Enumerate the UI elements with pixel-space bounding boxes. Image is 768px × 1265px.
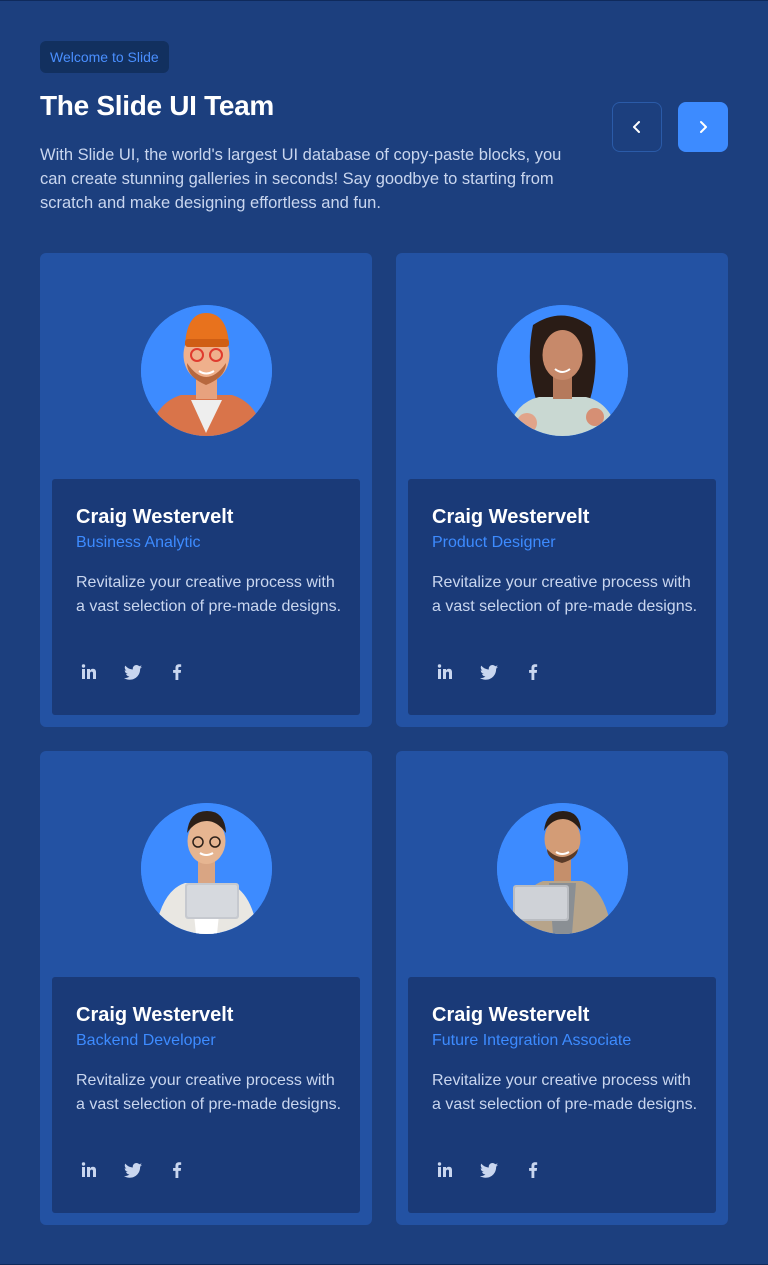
linkedin-icon[interactable] [80,663,98,681]
avatar [141,803,272,934]
social-links [436,663,542,681]
chevron-left-icon [633,121,640,133]
page-title: The Slide UI Team [40,90,274,121]
avatar [497,305,628,436]
member-role: Business Analytic [76,534,201,551]
team-card: Craig Westervelt Backend Developer Revit… [40,751,372,1225]
card-info: Craig Westervelt Business Analytic Revit… [52,479,360,715]
team-card: Craig Westervelt Product Designer Revita… [396,253,728,727]
facebook-icon[interactable] [524,1161,542,1179]
next-button[interactable] [678,102,728,152]
page-description: With Slide UI, the world's largest UI da… [40,146,562,212]
facebook-icon[interactable] [168,1161,186,1179]
chevron-right-icon [700,121,707,133]
card-info: Craig Westervelt Future Integration Asso… [408,977,716,1213]
member-name: Craig Westervelt [432,506,590,528]
facebook-icon[interactable] [524,663,542,681]
member-bio: Revitalize your creative process with a … [76,1072,342,1113]
member-bio: Revitalize your creative process with a … [432,574,698,615]
linkedin-icon[interactable] [80,1161,98,1179]
previous-button[interactable] [612,102,662,152]
member-bio: Revitalize your creative process with a … [76,574,342,615]
welcome-badge: Welcome to Slide [40,41,169,73]
member-bio: Revitalize your creative process with a … [432,1072,698,1113]
member-role: Backend Developer [76,1032,216,1049]
twitter-icon[interactable] [124,663,142,681]
twitter-icon[interactable] [124,1161,142,1179]
twitter-icon[interactable] [480,1161,498,1179]
linkedin-icon[interactable] [436,1161,454,1179]
avatar [141,305,272,436]
facebook-icon[interactable] [168,663,186,681]
avatar [497,803,628,934]
member-role: Future Integration Associate [432,1032,632,1049]
member-name: Craig Westervelt [432,1004,590,1026]
member-name: Craig Westervelt [76,1004,234,1026]
linkedin-icon[interactable] [436,663,454,681]
member-role: Product Designer [432,534,556,551]
member-name: Craig Westervelt [76,506,234,528]
team-card: Craig Westervelt Business Analytic Revit… [40,253,372,727]
team-card: Craig Westervelt Future Integration Asso… [396,751,728,1225]
twitter-icon[interactable] [480,663,498,681]
card-info: Craig Westervelt Backend Developer Revit… [52,977,360,1213]
card-info: Craig Westervelt Product Designer Revita… [408,479,716,715]
social-links [80,1161,186,1179]
social-links [80,663,186,681]
social-links [436,1161,542,1179]
